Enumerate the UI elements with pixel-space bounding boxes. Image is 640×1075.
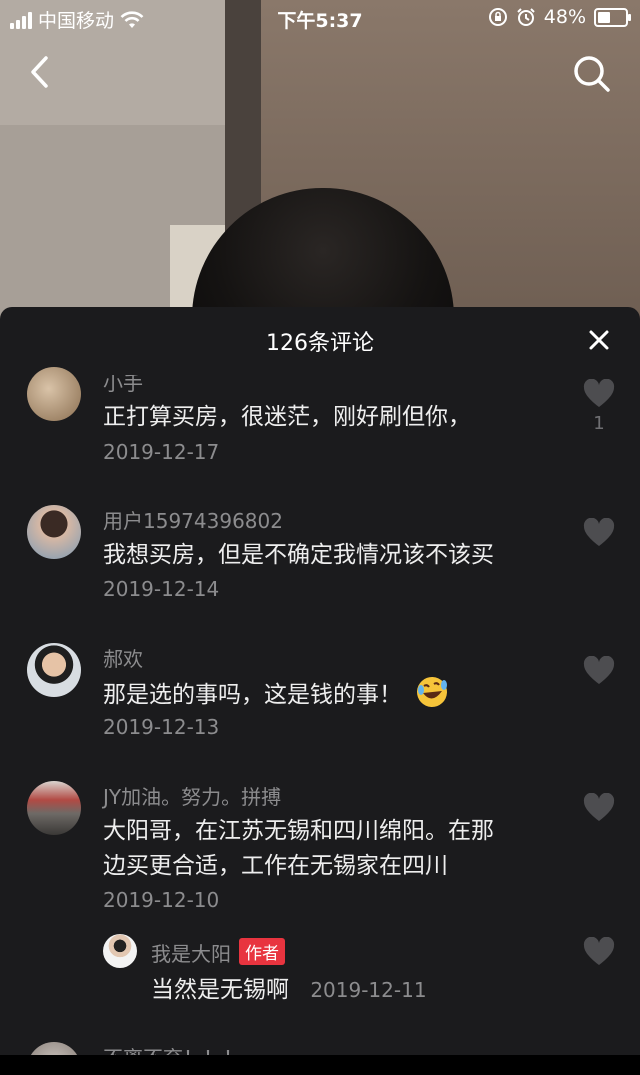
comment-text: 正打算买房，很迷茫，刚好刷但你， (103, 404, 471, 430)
laughing-emoji-icon (417, 677, 448, 707)
reply-username-text: 我是大阳 (151, 942, 231, 966)
reply-username[interactable]: 我是大阳 作者 (151, 938, 285, 967)
comment-username[interactable]: 郝欢 (103, 643, 143, 672)
heart-icon[interactable] (583, 518, 615, 548)
back-button[interactable] (22, 52, 62, 92)
author-badge: 作者 (239, 938, 285, 965)
reply-date: 2019-12-11 (310, 978, 427, 1002)
comment-username[interactable]: 用户15974396802 (103, 505, 283, 534)
comment-username[interactable]: 不离不弃！！！ (103, 1042, 243, 1055)
comment-username[interactable]: 小手 (103, 375, 143, 396)
comment-date: 2019-12-17 (103, 440, 220, 464)
battery-percent: 48% (543, 6, 586, 28)
comment-text-line-2: 边买更合适，工作在无锡家在四川 (103, 853, 448, 879)
comment-date: 2019-12-14 (103, 577, 220, 601)
battery-level (598, 11, 611, 23)
avatar[interactable] (27, 1042, 81, 1055)
comment-text: 那是选的事吗，这是钱的事！ (103, 675, 449, 713)
reply-text-content: 当然是无锡啊 (151, 977, 289, 1003)
heart-icon[interactable] (583, 793, 615, 823)
reply-text: 当然是无锡啊 2019-12-11 (151, 972, 427, 1008)
comment-username[interactable]: JY加油。努力。拼搏 (103, 781, 281, 810)
comment-text-line-1: 大阳哥，在江苏无锡和四川绵阳。在那 (103, 818, 494, 844)
orientation-lock-icon (488, 8, 507, 26)
avatar[interactable] (27, 643, 81, 697)
battery-icon (594, 7, 631, 27)
close-icon (589, 330, 609, 350)
comments-sheet[interactable]: 126条评论 小手 正打算买房，很迷茫，刚好刷但你， 2019-12-17 1 … (0, 307, 640, 1055)
video-background[interactable] (0, 0, 640, 368)
bottom-bar (0, 1055, 640, 1075)
heart-icon[interactable] (583, 656, 615, 686)
comments-count-title: 126条评论 (266, 331, 374, 356)
heart-icon[interactable] (583, 379, 615, 409)
comment-date: 2019-12-10 (103, 888, 220, 912)
search-button[interactable] (570, 52, 614, 96)
chevron-left-icon (31, 56, 48, 88)
status-right: 48% (488, 6, 631, 28)
avatar[interactable] (27, 781, 81, 835)
search-icon (574, 56, 610, 92)
avatar[interactable] (27, 367, 81, 421)
avatar[interactable] (27, 505, 81, 559)
status-bar: 中国移动 下午5:37 48% (0, 0, 640, 36)
alarm-icon (517, 8, 535, 26)
comment-text: 我想买房，但是不确定我情况该不该买 (103, 542, 494, 568)
heart-icon[interactable] (583, 937, 615, 967)
close-button[interactable] (586, 327, 612, 353)
avatar[interactable] (103, 934, 137, 968)
comment-text-content: 那是选的事吗，这是钱的事！ (103, 682, 402, 708)
like-count: 1 (593, 413, 605, 434)
comment-date: 2019-12-13 (103, 715, 220, 739)
